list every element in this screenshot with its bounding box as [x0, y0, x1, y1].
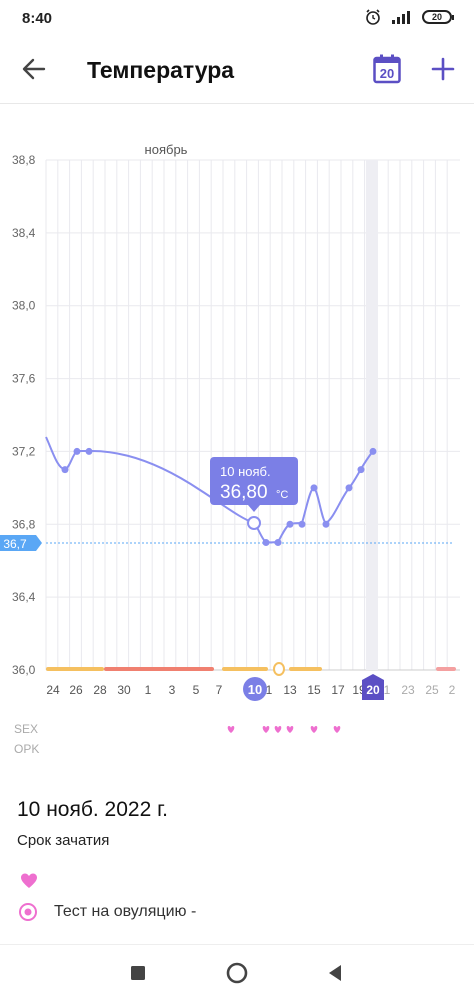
y-tick-label: 38,8: [12, 153, 36, 167]
calendar-day: 20: [380, 66, 394, 81]
x-tick-label[interactable]: 1: [266, 683, 273, 697]
tooltip: 10 нояб. 36,80 °C: [210, 457, 298, 512]
status-time: 8:40: [22, 10, 53, 27]
app-bar: Температура 20: [0, 38, 474, 104]
x-tick-label[interactable]: 24: [46, 683, 60, 697]
ovulation-test-icon: [19, 903, 37, 921]
y-axis-labels: 38,8 38,4 38,0 37,6 37,2 36,8 36,4 36,0: [12, 153, 36, 677]
y-tick-label: 37,2: [12, 444, 36, 458]
x-tick-label-today[interactable]: 20: [366, 683, 380, 697]
data-point[interactable]: [262, 539, 270, 546]
calendar-button[interactable]: 20: [373, 54, 401, 84]
add-icon[interactable]: [428, 54, 458, 84]
data-point[interactable]: [61, 466, 69, 474]
cycle-status: Срок зачатия: [17, 832, 110, 849]
ovulation-test-row[interactable]: Тест на овуляцию -: [18, 900, 196, 924]
x-axis-labels: 24 26 28 30 1 3 5 7 10 1 13 15 17 19 20 1 23 25 2: [46, 674, 456, 701]
y-tick-label: 38,0: [12, 299, 36, 313]
ovulation-test-label: Тест на овуляцию -: [54, 903, 197, 920]
y-tick-label: 36,4: [12, 590, 36, 604]
today-column: [366, 160, 378, 670]
x-tick-label[interactable]: 2: [449, 683, 456, 697]
page-title: Температура: [87, 57, 235, 83]
x-tick-label[interactable]: 30: [117, 683, 131, 697]
fertile-bar: [222, 667, 268, 671]
data-point[interactable]: [310, 484, 318, 492]
heart-marker-icon: [227, 726, 235, 733]
row-label-sex: SEX: [14, 722, 38, 736]
heart-marker-icon: [310, 726, 318, 733]
heart-marker-icon: [262, 726, 270, 733]
system-nav-bar: [0, 944, 474, 1000]
data-point[interactable]: [322, 520, 330, 528]
recent-apps-icon[interactable]: [124, 959, 152, 987]
data-point[interactable]: [345, 484, 353, 492]
x-tick-label[interactable]: 1: [145, 683, 152, 697]
tooltip-date: 10 нояб.: [220, 464, 271, 479]
selected-point[interactable]: [247, 516, 261, 530]
y-tick-label: 36,0: [12, 663, 36, 677]
back-nav-icon[interactable]: [321, 959, 349, 987]
data-point[interactable]: [85, 447, 93, 455]
data-point[interactable]: [369, 447, 377, 455]
data-point[interactable]: [298, 520, 306, 528]
period-bar: [104, 667, 214, 671]
alarm-icon: [366, 9, 380, 25]
x-tick-label[interactable]: 13: [283, 683, 297, 697]
tooltip-unit: °C: [276, 489, 288, 501]
x-tick-label[interactable]: 7: [216, 683, 223, 697]
y-tick-label: 36,8: [12, 517, 36, 531]
x-tick-label[interactable]: 28: [93, 683, 107, 697]
calendar-icon: 20: [373, 54, 401, 84]
x-tick-label[interactable]: 17: [331, 683, 345, 697]
home-icon[interactable]: [223, 959, 251, 987]
x-tick-label[interactable]: 26: [69, 683, 83, 697]
fertile-bar: [46, 667, 104, 671]
data-point[interactable]: [274, 539, 282, 546]
signal-icon: [392, 11, 410, 24]
tooltip-value: 36,80: [220, 482, 268, 503]
y-tick-label: 37,6: [12, 372, 36, 386]
month-label: ноябрь: [145, 142, 188, 157]
y-tick-label: 38,4: [12, 226, 36, 240]
x-tick-label[interactable]: 1: [384, 683, 391, 697]
x-tick-label[interactable]: 5: [193, 683, 200, 697]
heart-marker-icon: [333, 726, 341, 733]
period-bar: [436, 667, 456, 671]
fertile-bar: [289, 667, 322, 671]
horizontal-grid: [46, 159, 460, 671]
status-icons: 20: [364, 8, 454, 26]
temperature-chart[interactable]: ноябрь 38,838,438,037,637,236,836,436,0 …: [0, 104, 474, 764]
coverline-label: 36,7: [3, 537, 27, 551]
data-point[interactable]: [73, 447, 81, 455]
battery-level: 20: [431, 12, 442, 22]
x-tick-label[interactable]: 3: [169, 683, 176, 697]
back-arrow-icon[interactable]: [20, 55, 48, 83]
data-point[interactable]: [357, 466, 365, 474]
sex-markers: [227, 726, 341, 733]
heart-marker-icon: [286, 726, 294, 733]
x-tick-label[interactable]: 15: [307, 683, 321, 697]
heart-icon: [21, 873, 37, 888]
selected-date: 10 нояб. 2022 г.: [17, 798, 169, 821]
battery-icon: 20: [422, 10, 454, 24]
x-tick-label[interactable]: 25: [425, 683, 439, 697]
row-label-opk: OPK: [14, 742, 39, 756]
x-tick-label-selected[interactable]: 10: [248, 682, 262, 697]
ovulation-icon: [273, 662, 285, 676]
status-bar: 8:40 20: [0, 0, 474, 38]
x-tick-label[interactable]: 23: [401, 683, 415, 697]
vertical-grid: [45, 160, 448, 670]
heart-marker-icon: [274, 726, 282, 733]
data-point[interactable]: [286, 520, 294, 528]
